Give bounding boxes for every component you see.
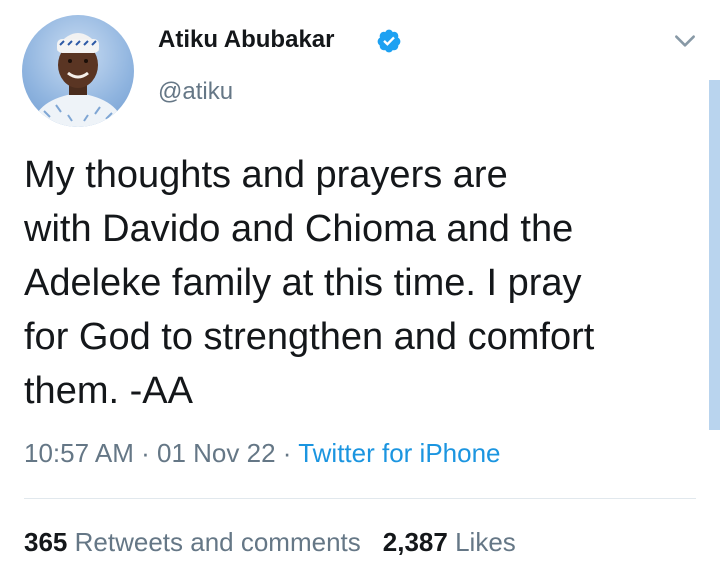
display-name[interactable]: Atiku Abubakar bbox=[158, 26, 334, 54]
likes-stat[interactable]: 2,387 Likes bbox=[383, 527, 516, 557]
likes-label: Likes bbox=[455, 527, 516, 557]
verified-badge-icon bbox=[377, 29, 401, 53]
tweet-card: Atiku Abubakar @atiku My thoughts and pr… bbox=[0, 0, 720, 562]
avatar[interactable] bbox=[22, 15, 134, 127]
tweet-source-link[interactable]: Twitter for iPhone bbox=[298, 438, 500, 468]
meta-separator: · bbox=[141, 438, 150, 468]
retweets-stat[interactable]: 365 Retweets and comments bbox=[24, 527, 361, 557]
meta-separator: · bbox=[282, 438, 292, 468]
tweet-stats: 365 Retweets and comments 2,387 Likes bbox=[24, 527, 516, 558]
divider bbox=[24, 498, 696, 499]
chevron-down-icon[interactable] bbox=[672, 28, 698, 54]
scrollbar[interactable] bbox=[709, 80, 720, 430]
tweet-date[interactable]: 01 Nov 22 bbox=[157, 438, 276, 468]
tweet-meta: 10:57 AM · 01 Nov 22 · Twitter for iPhon… bbox=[24, 438, 501, 469]
retweets-count: 365 bbox=[24, 527, 68, 557]
user-handle[interactable]: @atiku bbox=[158, 78, 233, 106]
retweets-label: Retweets and comments bbox=[74, 527, 361, 557]
tweet-text: My thoughts and prayers are with Davido … bbox=[24, 154, 595, 412]
likes-count: 2,387 bbox=[382, 527, 448, 557]
tweet-time: 10:57 AM bbox=[24, 438, 134, 468]
